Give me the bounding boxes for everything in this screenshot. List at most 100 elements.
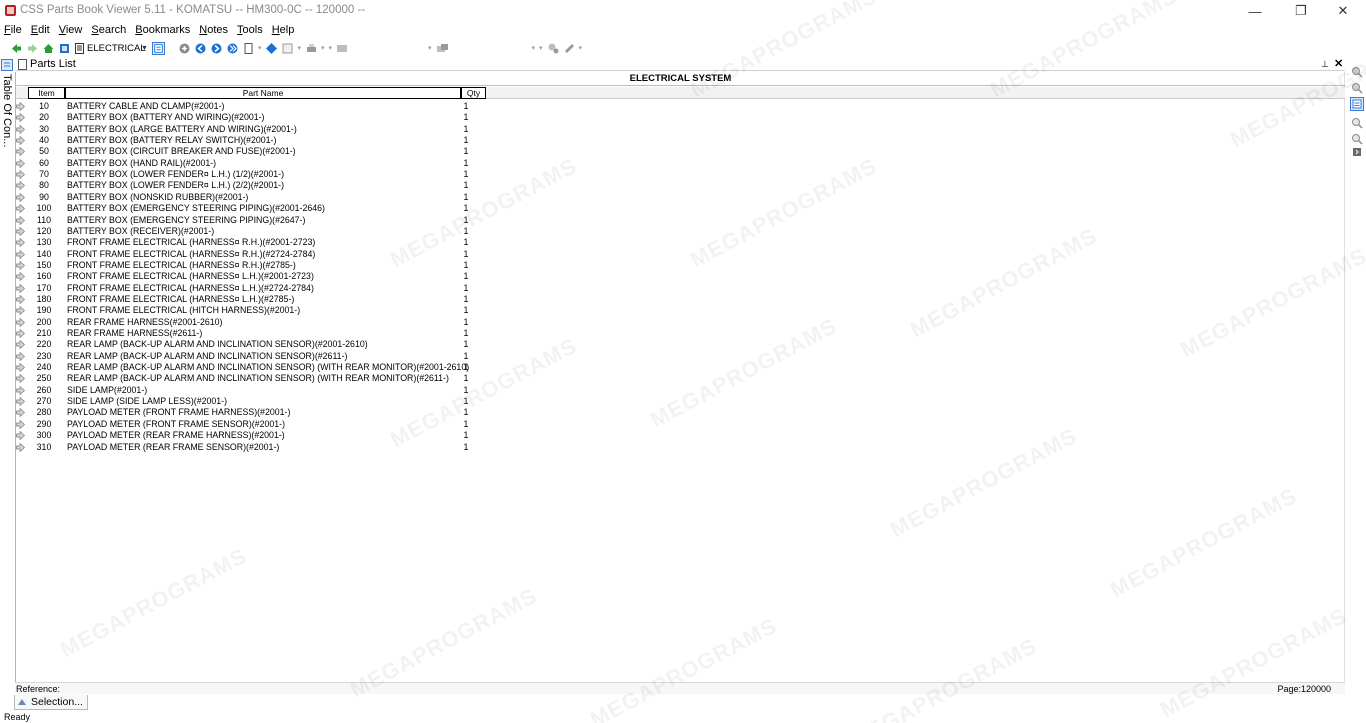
note-icon[interactable] (281, 42, 294, 55)
row-arrow-icon[interactable] (16, 374, 25, 384)
table-row[interactable]: 60 BATTERY BOX (HAND RAIL)(#2001-) 1 (16, 158, 496, 169)
table-row[interactable]: 310 PAYLOAD METER (REAR FRAME SENSOR)(#20… (16, 442, 496, 453)
page-icon[interactable] (242, 42, 255, 55)
table-row[interactable]: 160 FRONT FRAME ELECTRICAL (HARNESS¤ L.H.… (16, 271, 496, 282)
pin-icon[interactable]: ⊥ (1321, 59, 1329, 70)
add-icon[interactable] (178, 42, 191, 55)
forward-icon[interactable] (26, 42, 39, 55)
menu-bookmarks[interactable]: Bookmarks (135, 24, 190, 36)
row-arrow-icon[interactable] (16, 204, 25, 214)
find-icon[interactable] (1351, 133, 1363, 145)
table-row[interactable]: 180 FRONT FRAME ELECTRICAL (HARNESS¤ L.H.… (16, 294, 496, 305)
filter-icon[interactable] (436, 42, 449, 55)
zoom-tool-icon[interactable] (547, 42, 560, 55)
home-icon[interactable] (42, 42, 55, 55)
menu-tools[interactable]: Tools (237, 24, 263, 36)
table-row[interactable]: 230 REAR LAMP (BACK-UP ALARM AND INCLINAT… (16, 351, 496, 362)
last-page-icon[interactable] (226, 42, 239, 55)
table-row[interactable]: 140 FRONT FRAME ELECTRICAL (HARNESS¤ R.H.… (16, 249, 496, 260)
zoom-in-icon[interactable] (1351, 66, 1363, 78)
row-arrow-icon[interactable] (16, 340, 25, 350)
row-arrow-icon[interactable] (16, 249, 25, 259)
menu-file[interactable]: File (4, 24, 22, 36)
row-arrow-icon[interactable] (16, 226, 25, 236)
menu-search[interactable]: Search (91, 24, 126, 36)
list-view-icon[interactable] (1350, 97, 1364, 111)
row-arrow-icon[interactable] (16, 192, 25, 202)
search-dropdown-icon[interactable]: ▾ (428, 40, 432, 56)
row-arrow-icon[interactable] (16, 260, 25, 270)
table-row[interactable]: 260 SIDE LAMP(#2001-) 1 (16, 385, 496, 396)
magnify-icon[interactable] (1351, 117, 1363, 129)
row-arrow-icon[interactable] (16, 181, 25, 191)
row-arrow-icon[interactable] (16, 431, 25, 441)
filter-dropdown-icon[interactable]: ▾ (532, 40, 536, 56)
row-arrow-icon[interactable] (16, 136, 25, 146)
row-arrow-icon[interactable] (16, 158, 25, 168)
table-row[interactable]: 150 FRONT FRAME ELECTRICAL (HARNESS¤ R.H.… (16, 260, 496, 271)
table-row[interactable]: 100 BATTERY BOX (EMERGENCY STEERING PIPIN… (16, 203, 496, 214)
column-header-part-name[interactable]: Part Name (65, 87, 461, 99)
table-row[interactable]: 250 REAR LAMP (BACK-UP ALARM AND INCLINAT… (16, 373, 496, 384)
row-arrow-icon[interactable] (16, 283, 25, 293)
table-row[interactable]: 300 PAYLOAD METER (REAR FRAME HARNESS)(#2… (16, 430, 496, 441)
row-arrow-icon[interactable] (16, 329, 25, 338)
row-arrow-icon[interactable] (16, 238, 25, 248)
table-row[interactable]: 280 PAYLOAD METER (FRONT FRAME HARNESS)(#… (16, 407, 496, 418)
toolbar-overflow-icon[interactable]: ▾ (328, 40, 332, 56)
prev-page-icon[interactable] (194, 42, 207, 55)
table-row[interactable]: 220 REAR LAMP (BACK-UP ALARM AND INCLINAT… (16, 339, 496, 350)
print-dropdown-icon[interactable]: ▾ (321, 40, 325, 56)
book-icon[interactable] (58, 42, 71, 55)
toolbar-overflow-icon[interactable]: ▾ (258, 40, 262, 56)
row-arrow-icon[interactable] (16, 294, 25, 304)
selection-tab[interactable]: Selection... (14, 695, 88, 710)
table-row[interactable]: 120 BATTERY BOX (RECEIVER)(#2001-) 1 (16, 226, 496, 237)
row-arrow-icon[interactable] (16, 272, 25, 282)
column-header-item[interactable]: Item (28, 87, 65, 99)
table-row[interactable]: 40 BATTERY BOX (BATTERY RELAY SWITCH)(#20… (16, 135, 496, 146)
row-arrow-icon[interactable] (16, 419, 25, 429)
row-arrow-icon[interactable] (16, 317, 25, 327)
maximize-button[interactable]: ❐ (1278, 0, 1324, 22)
expand-icon[interactable] (1351, 148, 1363, 156)
panel-close-button[interactable]: ✕ (1334, 57, 1343, 70)
table-row[interactable]: 90 BATTERY BOX (NONSKID RUBBER)(#2001-) 1 (16, 192, 496, 203)
back-icon[interactable] (10, 42, 23, 55)
row-arrow-icon[interactable] (16, 363, 25, 373)
menu-help[interactable]: Help (272, 24, 295, 36)
toc-side-tab[interactable]: Table Of Con... (0, 58, 15, 148)
row-arrow-icon[interactable] (16, 215, 25, 225)
row-arrow-icon[interactable] (16, 442, 25, 452)
table-row[interactable]: 170 FRONT FRAME ELECTRICAL (HARNESS¤ L.H.… (16, 283, 496, 294)
toolbar-overflow-icon[interactable]: ▾ (297, 40, 301, 56)
row-arrow-icon[interactable] (16, 351, 25, 361)
table-row[interactable]: 70 BATTERY BOX (LOWER FENDER¤ L.H.) (1/2)… (16, 169, 496, 180)
row-arrow-icon[interactable] (16, 397, 25, 407)
table-row[interactable]: 20 BATTERY BOX (BATTERY AND WIRING)(#2001… (16, 112, 496, 123)
table-row[interactable]: 200 REAR FRAME HARNESS(#2001-2610) 1 (16, 317, 496, 328)
row-arrow-icon[interactable] (16, 385, 25, 395)
next-page-icon[interactable] (210, 42, 223, 55)
toolbar-overflow-icon[interactable]: ▾ (579, 40, 583, 56)
bookmark-icon[interactable] (265, 42, 278, 55)
table-row[interactable]: 270 SIDE LAMP (SIDE LAMP LESS)(#2001-) 1 (16, 396, 496, 407)
row-arrow-icon[interactable] (16, 102, 25, 111)
menu-edit[interactable]: Edit (31, 24, 50, 36)
row-arrow-icon[interactable] (16, 147, 25, 157)
table-row[interactable]: 80 BATTERY BOX (LOWER FENDER¤ L.H.) (2/2)… (16, 180, 496, 191)
table-row[interactable]: 240 REAR LAMP (BACK-UP ALARM AND INCLINAT… (16, 362, 496, 373)
search-icon[interactable] (336, 42, 349, 55)
parts-list-view-icon[interactable] (151, 41, 165, 55)
table-row[interactable]: 130 FRONT FRAME ELECTRICAL (HARNESS¤ R.H.… (16, 237, 496, 248)
table-row[interactable]: 50 BATTERY BOX (CIRCUIT BREAKER AND FUSE)… (16, 146, 496, 157)
zoom-out-icon[interactable] (1351, 82, 1363, 94)
table-row[interactable]: 210 REAR FRAME HARNESS(#2611-) 1 (16, 328, 496, 339)
table-row[interactable]: 30 BATTERY BOX (LARGE BATTERY AND WIRING)… (16, 124, 496, 135)
toolbar-overflow-icon[interactable]: ▾ (539, 40, 543, 56)
menu-notes[interactable]: Notes (199, 24, 228, 36)
table-row[interactable]: 110 BATTERY BOX (EMERGENCY STEERING PIPIN… (16, 215, 496, 226)
row-arrow-icon[interactable] (16, 124, 25, 134)
row-arrow-icon[interactable] (16, 306, 25, 316)
close-window-button[interactable]: ✕ (1320, 0, 1366, 22)
